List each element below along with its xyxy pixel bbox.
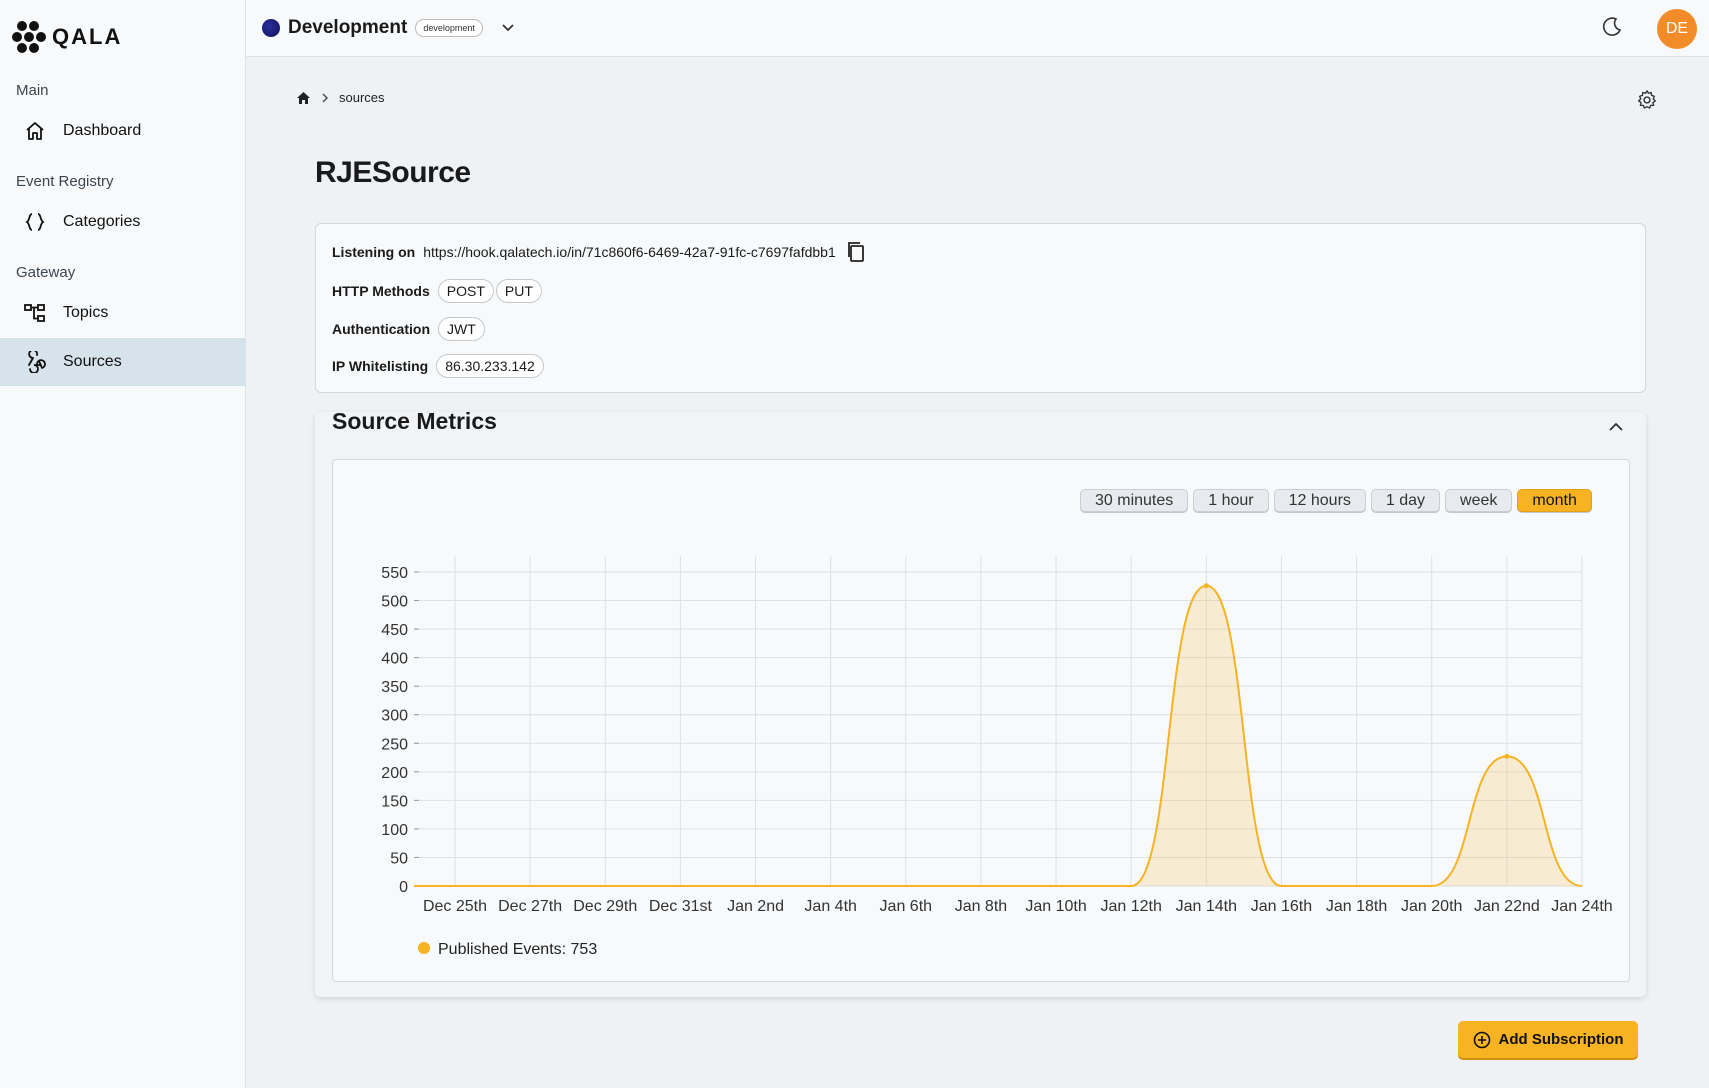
- environment-badge: development: [415, 19, 483, 37]
- method-badge: PUT: [495, 279, 542, 303]
- braces-icon: [24, 211, 46, 233]
- sidebar-item-categories[interactable]: Categories: [0, 198, 246, 246]
- auth-badge: JWT: [438, 317, 485, 341]
- home-icon: [24, 120, 46, 142]
- range-12-hours-button[interactable]: 12 hours: [1273, 489, 1366, 512]
- sidebar-item-topics[interactable]: Topics: [0, 289, 246, 337]
- environment-selector[interactable]: Development development: [262, 17, 515, 39]
- home-icon[interactable]: [296, 91, 311, 105]
- sidebar: QALA Main Dashboard Event Registry Categ…: [0, 0, 246, 1088]
- section-main: Main: [16, 82, 49, 99]
- range-1-day-button[interactable]: 1 day: [1370, 489, 1441, 512]
- metrics-title: Source Metrics: [332, 408, 497, 434]
- sidebar-item-label: Dashboard: [63, 122, 142, 139]
- section-gateway: Gateway: [16, 264, 76, 281]
- http-methods-label: HTTP Methods: [332, 283, 430, 299]
- breadcrumb-current: sources: [339, 90, 385, 105]
- environment-name: Development: [288, 17, 408, 38]
- time-range-group: 30 minutes 1 hour 12 hours 1 day week mo…: [1080, 489, 1592, 512]
- listening-label: Listening on: [332, 244, 416, 260]
- environment-globe-icon: [262, 19, 280, 37]
- method-badge: POST: [437, 279, 494, 303]
- authentication-row: Authentication JWT: [332, 317, 485, 341]
- add-subscription-button[interactable]: Add Subscription: [1458, 1021, 1638, 1058]
- sidebar-item-label: Topics: [63, 304, 109, 321]
- range-1-hour-button[interactable]: 1 hour: [1193, 489, 1269, 512]
- range-week-button[interactable]: week: [1445, 489, 1513, 512]
- gear-icon[interactable]: [1636, 89, 1658, 116]
- range-30-minutes-button[interactable]: 30 minutes: [1080, 489, 1189, 512]
- chevron-down-icon[interactable]: [501, 23, 515, 33]
- ip-whitelisting-row: IP Whitelisting 86.30.233.142: [332, 354, 544, 378]
- http-methods-row: HTTP Methods POST PUT: [332, 279, 542, 303]
- sidebar-item-label: Categories: [63, 213, 141, 230]
- webhook-icon: [24, 351, 46, 373]
- chart-container: [332, 459, 1630, 982]
- sidebar-item-label: Sources: [63, 353, 122, 370]
- dark-mode-toggle-icon[interactable]: [1601, 16, 1623, 43]
- add-subscription-label: Add Subscription: [1498, 1031, 1624, 1048]
- page-title: RJESource: [315, 156, 471, 189]
- section-event-registry: Event Registry: [16, 173, 114, 190]
- listening-url: https://hook.qalatech.io/in/71c860f6-646…: [423, 244, 836, 260]
- top-header: Development development DE: [246, 0, 1709, 57]
- breadcrumb: sources: [296, 90, 385, 105]
- ip-whitelisting-label: IP Whitelisting: [332, 358, 429, 374]
- range-month-button[interactable]: month: [1517, 489, 1592, 512]
- qala-logo-icon: [12, 21, 46, 53]
- listening-row: Listening on https://hook.qalatech.io/in…: [332, 241, 866, 263]
- topics-icon: [24, 302, 46, 324]
- logo-text: QALA: [52, 24, 123, 49]
- logo[interactable]: QALA: [12, 20, 122, 54]
- source-info-card: Listening on https://hook.qalatech.io/in…: [315, 223, 1646, 393]
- sidebar-item-dashboard[interactable]: Dashboard: [0, 107, 246, 155]
- ip-badge: 86.30.233.142: [436, 354, 544, 378]
- chevron-up-icon[interactable]: [1608, 422, 1624, 432]
- chevron-right-icon: [321, 93, 329, 103]
- copy-icon[interactable]: [846, 241, 866, 263]
- plus-circle-icon: [1473, 1031, 1491, 1049]
- user-avatar[interactable]: DE: [1657, 9, 1697, 49]
- authentication-label: Authentication: [332, 321, 430, 337]
- sidebar-item-sources[interactable]: Sources: [0, 338, 246, 386]
